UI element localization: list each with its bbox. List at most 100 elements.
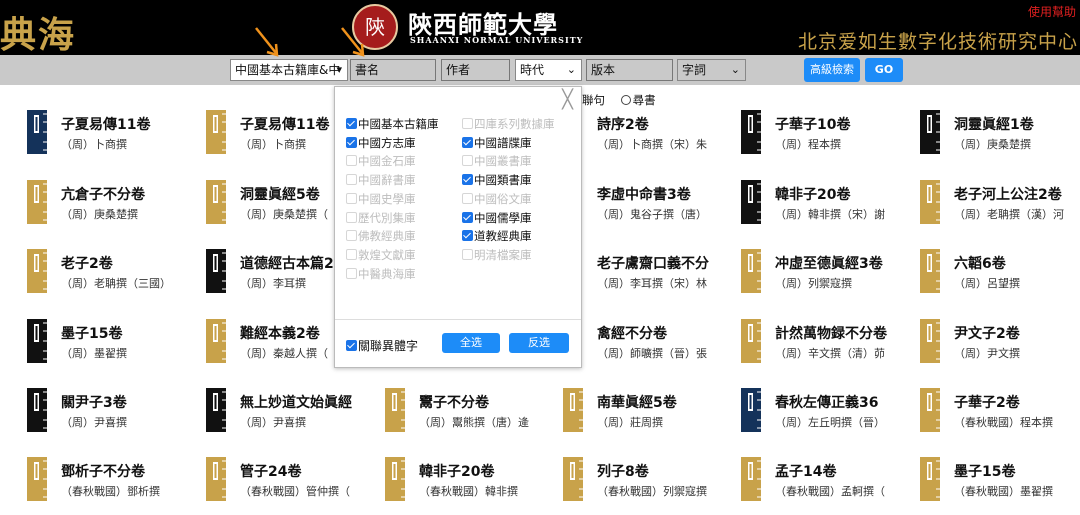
book-item[interactable]: 老子河上公注2卷 （周）老聃撰（漢）河 <box>920 180 1080 230</box>
book-item[interactable]: 無上妙道文始眞經 （周）尹喜撰 <box>206 388 376 438</box>
close-icon[interactable]: ╳ <box>562 89 573 110</box>
book-item[interactable]: 老子鬳齋口義不分 （周）李耳撰（宋）林 <box>563 249 733 299</box>
book-title[interactable]: 無上妙道文始眞經 <box>240 392 376 412</box>
book-title[interactable]: 南華眞經5卷 <box>597 392 733 412</box>
book-item[interactable]: 子華子10卷 （周）程本撰 <box>741 110 911 160</box>
field-select[interactable]: 字詞 ⌄ <box>677 59 746 81</box>
book-title[interactable]: 子華子2卷 <box>954 392 1080 412</box>
book-title[interactable]: 老子河上公注2卷 <box>954 184 1080 204</box>
book-cover-icon <box>920 180 940 224</box>
scope-option-label: 四庫系列數據庫 <box>474 117 555 131</box>
book-item[interactable]: 洞靈眞經1卷 （周）庚桑楚撰 <box>920 110 1080 160</box>
scope-option-label: 敦煌文獻庫 <box>358 247 416 262</box>
book-item[interactable]: 列子8卷 （春秋戰國）列禦寇撰 <box>563 457 733 507</box>
era-select[interactable]: 時代 ⌄ <box>515 59 582 81</box>
book-title[interactable]: 六韜6卷 <box>954 253 1080 273</box>
book-item[interactable]: 尹文子2卷 （周）尹文撰 <box>920 319 1080 369</box>
book-title[interactable]: 李虛中命書3卷 <box>597 184 733 204</box>
book-author: （春秋戰國）程本撰 <box>954 416 1053 429</box>
radio-xunshu-label: 尋書 <box>632 93 656 107</box>
scope-option[interactable]: 道教經典庫 <box>462 228 532 244</box>
book-item[interactable]: 子華子2卷 （春秋戰國）程本撰 <box>920 388 1080 438</box>
go-button[interactable]: GO <box>865 58 903 82</box>
book-author: （春秋戰國）墨翟撰 <box>954 485 1053 498</box>
book-item[interactable]: 韓非子20卷 （春秋戰國）韓非撰 <box>385 457 555 507</box>
book-item[interactable]: 計然萬物録不分卷 （周）辛文撰（清）茆 <box>741 319 911 369</box>
book-title[interactable]: 冲虛至德眞經3卷 <box>775 253 911 273</box>
book-item[interactable]: 墨子15卷 （周）墨翟撰 <box>27 319 197 369</box>
book-title[interactable]: 墨子15卷 <box>61 323 197 343</box>
book-item[interactable]: 管子24卷 （春秋戰國）管仲撰（ <box>206 457 376 507</box>
book-item[interactable]: 六韜6卷 （周）呂望撰 <box>920 249 1080 299</box>
invert-selection-button[interactable]: 反选 <box>509 333 569 353</box>
book-item[interactable]: 詩序2卷 （周）卜商撰（宋）朱 <box>563 110 733 160</box>
scope-option[interactable]: 中國基本古籍庫 <box>346 116 439 132</box>
scope-option-label: 中國金石庫 <box>358 154 416 169</box>
scope-option-label: 道教經典庫 <box>474 229 532 244</box>
book-title[interactable]: 詩序2卷 <box>597 114 733 134</box>
book-item[interactable]: 亢倉子不分卷 （周）庚桑楚撰 <box>27 180 197 230</box>
book-item[interactable]: 老子2卷 （周）老聃撰（三國） <box>27 249 197 299</box>
book-author: （周）莊周撰 <box>597 416 663 429</box>
book-item[interactable]: 孟子14卷 （春秋戰國）孟軻撰（ <box>741 457 911 507</box>
book-title[interactable]: 老子鬳齋口義不分 <box>597 253 733 273</box>
scope-option[interactable]: 中國類書庫 <box>462 172 532 188</box>
book-author: （周）卜商撰 <box>61 138 127 151</box>
book-title[interactable]: 洞靈眞經1卷 <box>954 114 1080 134</box>
scope-option[interactable]: 中國方志庫 <box>346 135 416 151</box>
radio-lianju[interactable]: 聯句 <box>582 93 605 107</box>
book-title[interactable]: 鬻子不分卷 <box>419 392 555 412</box>
book-item[interactable]: 李虛中命書3卷 （周）鬼谷子撰（唐） <box>563 180 733 230</box>
help-link[interactable]: 使用幫助 <box>1028 3 1076 20</box>
book-cover-icon <box>563 457 583 501</box>
book-author: （周）尹喜撰 <box>240 416 306 429</box>
book-title[interactable]: 鄧析子不分卷 <box>61 461 197 481</box>
field-select-value: 字詞 <box>682 63 707 77</box>
book-item[interactable]: 冲虛至德眞經3卷 （周）列禦寇撰 <box>741 249 911 299</box>
scope-option-label: 中國方志庫 <box>358 135 416 150</box>
book-item[interactable]: 南華眞經5卷 （周）莊周撰 <box>563 388 733 438</box>
book-item[interactable]: 禽經不分卷 （周）師曠撰（晉）張 <box>563 319 733 369</box>
book-title[interactable]: 韓非子20卷 <box>419 461 555 481</box>
book-item[interactable]: 春秋左傳正義36 （周）左丘明撰（晉） <box>741 388 911 438</box>
scope-option: 歷代別集庫 <box>346 210 416 226</box>
scope-select[interactable]: 中國基本古籍庫&中 ▾ <box>230 59 348 81</box>
book-cover-icon <box>27 180 47 224</box>
scope-option-label: 明清檔案庫 <box>474 247 532 262</box>
scope-option[interactable]: 中國儒學庫 <box>462 210 532 226</box>
radio-xunshu[interactable]: 尋書 <box>620 93 656 107</box>
book-cover-icon <box>563 388 583 432</box>
book-title[interactable]: 老子2卷 <box>61 253 197 273</box>
book-cover-icon <box>741 388 761 432</box>
book-title[interactable]: 尹文子2卷 <box>954 323 1080 343</box>
variant-checkbox[interactable]: 關聯異體字 <box>346 337 418 354</box>
book-title[interactable]: 列子8卷 <box>597 461 733 481</box>
author-input[interactable]: 作者 <box>441 59 510 81</box>
book-item[interactable]: 子夏易傳11卷 （周）卜商撰 <box>27 110 197 160</box>
book-title[interactable]: 韓非子20卷 <box>775 184 911 204</box>
book-item[interactable]: 墨子15卷 （春秋戰國）墨翟撰 <box>920 457 1080 507</box>
book-item[interactable]: 關尹子3卷 （周）尹喜撰 <box>27 388 197 438</box>
book-item[interactable]: 韓非子20卷 （周）韓非撰（宋）謝 <box>741 180 911 230</box>
book-title[interactable]: 墨子15卷 <box>954 461 1080 481</box>
book-title[interactable]: 亢倉子不分卷 <box>61 184 197 204</box>
book-title[interactable]: 管子24卷 <box>240 461 376 481</box>
scope-option[interactable]: 中國譜牒庫 <box>462 135 532 151</box>
scope-option: 中國俗文庫 <box>462 191 532 207</box>
book-title[interactable]: 禽經不分卷 <box>597 323 733 343</box>
scope-option: 佛教經典庫 <box>346 228 416 244</box>
book-title[interactable]: 關尹子3卷 <box>61 392 197 412</box>
select-all-button[interactable]: 全选 <box>442 333 500 353</box>
advanced-search-button[interactable]: 高級檢索 <box>804 58 860 82</box>
book-title[interactable]: 春秋左傳正義36 <box>775 392 911 412</box>
scope-option-label: 中國譜牒庫 <box>474 135 532 150</box>
book-title[interactable]: 計然萬物録不分卷 <box>775 323 911 343</box>
book-item[interactable]: 鬻子不分卷 （周）鬻熊撰（唐）逄 <box>385 388 555 438</box>
book-title[interactable]: 子華子10卷 <box>775 114 911 134</box>
book-title[interactable]: 子夏易傳11卷 <box>61 114 197 134</box>
book-title[interactable]: 孟子14卷 <box>775 461 911 481</box>
edition-input[interactable]: 版本 <box>586 59 673 81</box>
title-input[interactable]: 書名 <box>350 59 436 81</box>
university-name-en: SHAANXI NORMAL UNIVERSITY <box>410 35 584 45</box>
book-item[interactable]: 鄧析子不分卷 （春秋戰國）鄧析撰 <box>27 457 197 507</box>
